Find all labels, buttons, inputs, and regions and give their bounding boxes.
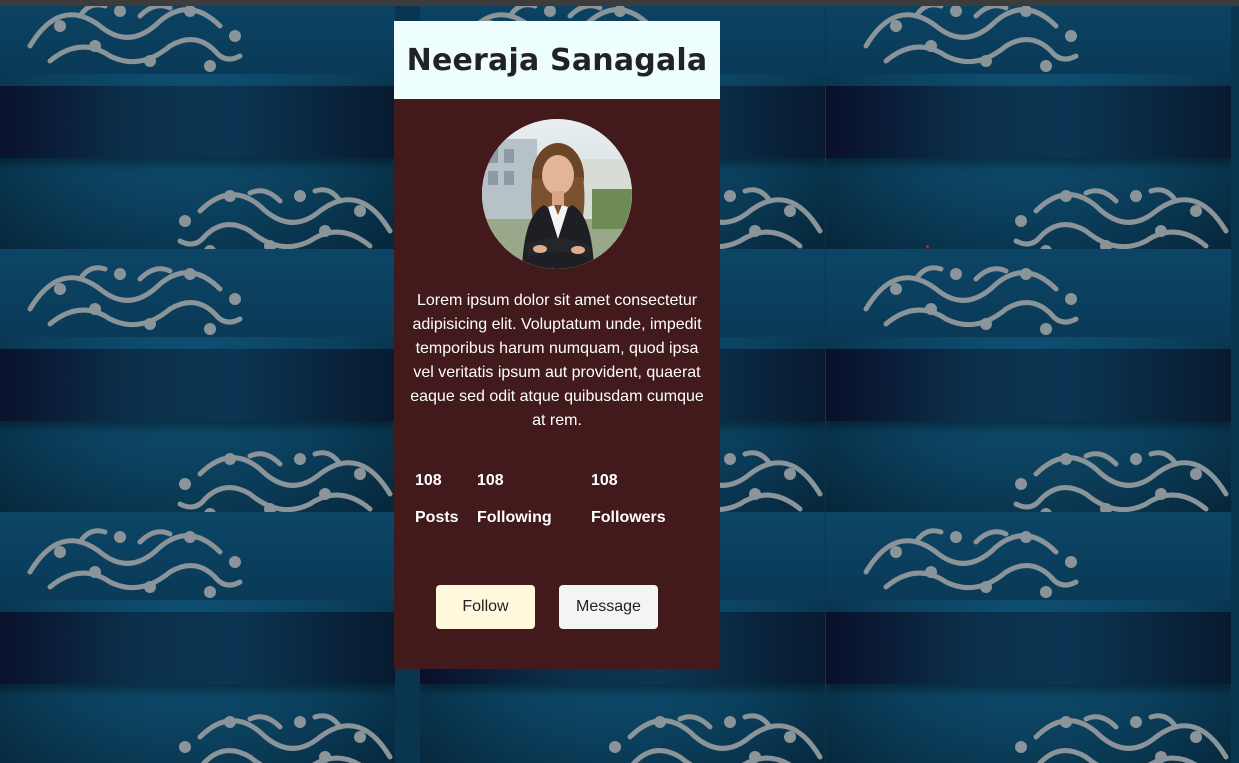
wallpaper-band: [826, 86, 1231, 158]
stat-value: 108: [477, 472, 504, 489]
flourish-ornament: [607, 713, 823, 763]
stat-label: Following: [477, 509, 552, 526]
follow-button[interactable]: Follow: [436, 585, 535, 629]
wallpaper-tile: [826, 512, 1231, 763]
profile-name: Neeraja Sanagala: [406, 42, 708, 78]
profile-bio: Lorem ipsum dolor sit amet consectetur a…: [410, 292, 704, 429]
stat-value: 108: [591, 472, 618, 489]
browser-top-bar: [0, 0, 1239, 6]
flourish-ornament: [863, 6, 1079, 72]
flourish-ornament: [1013, 713, 1229, 763]
stat-followers: 108 Followers: [591, 469, 666, 530]
flourish-ornament: [1013, 187, 1229, 249]
wallpaper-tile: [826, 249, 1231, 512]
profile-card: Neeraja Sanagala Lorem ipsum dolor sit a…: [394, 21, 720, 669]
profile-avatar: [482, 119, 632, 269]
flourish-ornament: [863, 528, 1079, 598]
stray-dot: [926, 245, 929, 248]
flourish-ornament: [27, 6, 243, 72]
profile-stats: 108 Posts 108 Following 108 Followers: [415, 469, 705, 539]
flourish-ornament: [177, 713, 393, 763]
wallpaper-band: [0, 349, 395, 421]
stat-value: 108: [415, 472, 442, 489]
wallpaper-tile: [0, 6, 395, 249]
wallpaper-band: [826, 612, 1231, 684]
flourish-ornament: [177, 187, 393, 249]
flourish-ornament: [863, 265, 1079, 335]
wallpaper-band: [0, 612, 395, 684]
wallpaper-band: [0, 86, 395, 158]
stat-following: 108 Following: [477, 469, 552, 530]
message-button[interactable]: Message: [559, 585, 658, 629]
wallpaper-band: [826, 349, 1231, 421]
flourish-ornament: [27, 528, 243, 598]
wallpaper-tile: [0, 249, 395, 512]
flourish-ornament: [177, 450, 393, 512]
card-header: Neeraja Sanagala: [394, 21, 720, 99]
wallpaper-tile: [0, 512, 395, 763]
stat-posts: 108 Posts: [415, 469, 459, 530]
flourish-ornament: [27, 265, 243, 335]
stat-label: Followers: [591, 509, 666, 526]
stat-label: Posts: [415, 509, 459, 526]
wallpaper-tile: [826, 6, 1231, 249]
flourish-ornament: [1013, 450, 1229, 512]
profile-photo-icon: [482, 119, 632, 269]
